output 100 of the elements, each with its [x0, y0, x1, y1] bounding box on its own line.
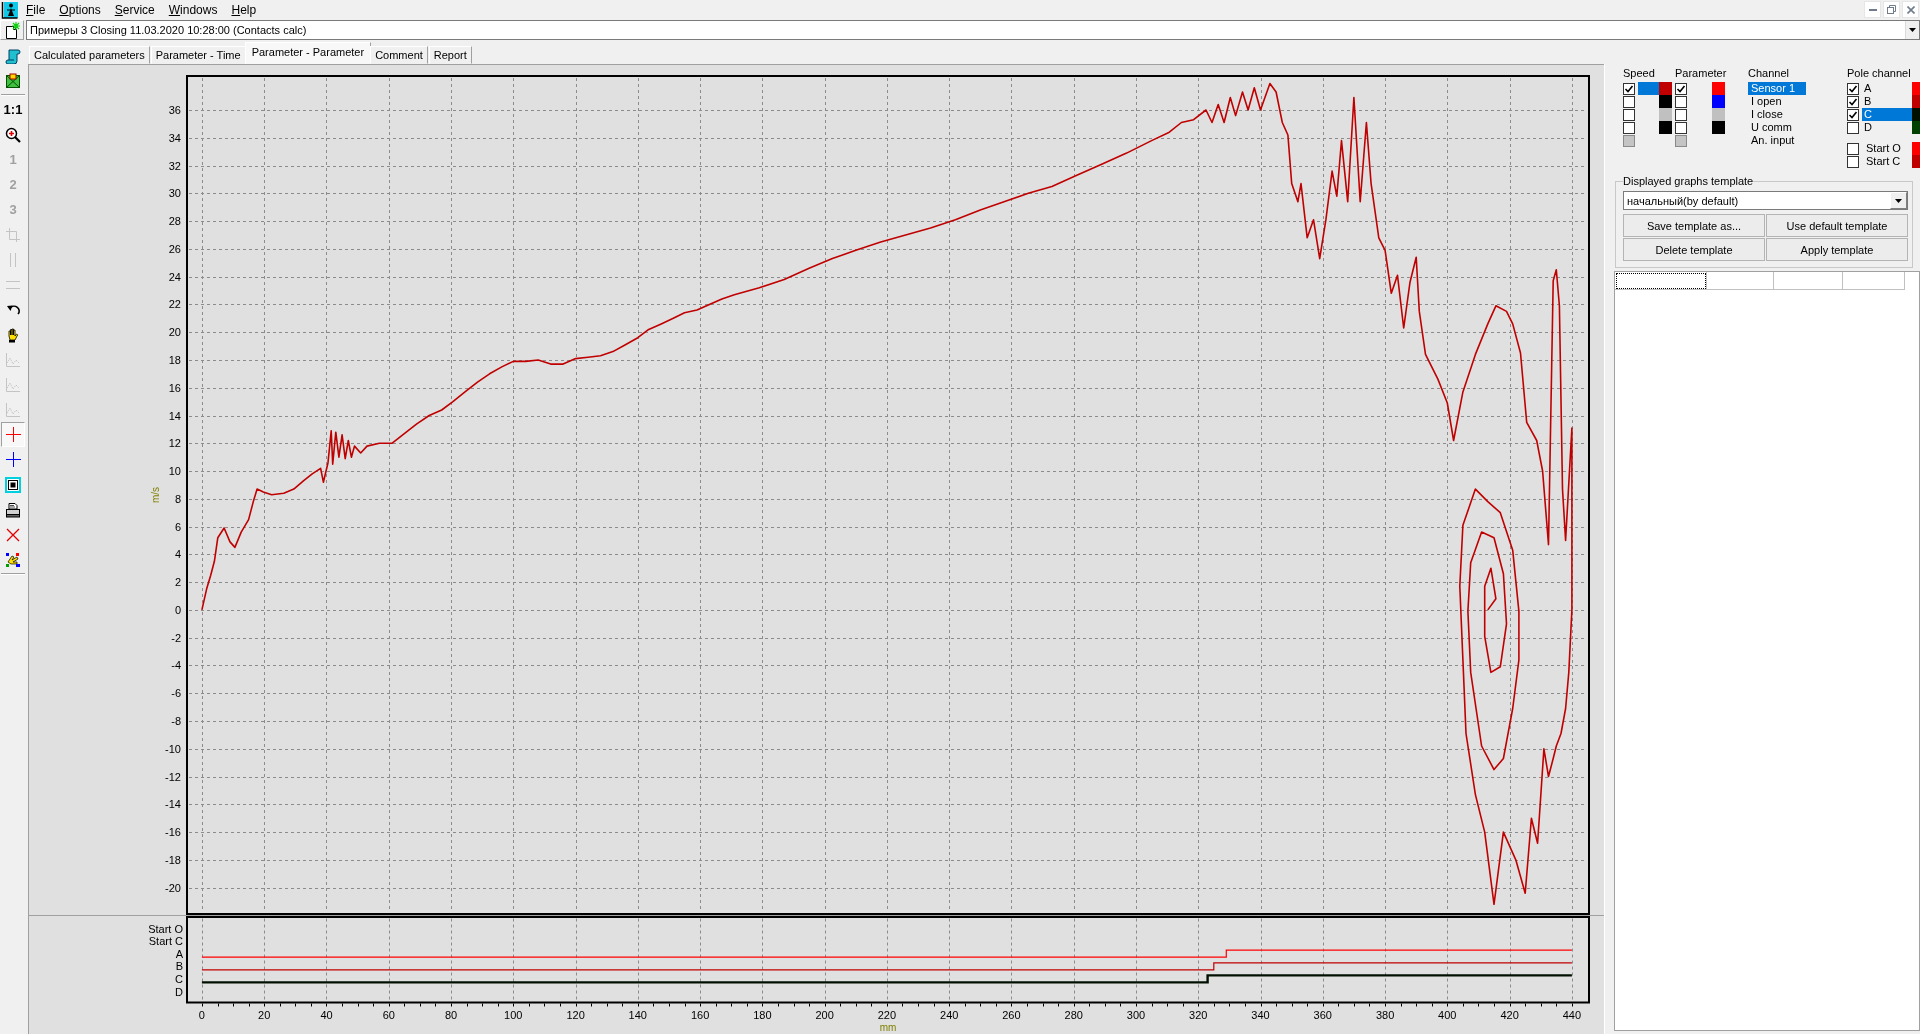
channel-item[interactable]: C	[1862, 108, 1912, 121]
column-header: Channel	[1748, 66, 1790, 80]
checkbox[interactable]	[1623, 108, 1635, 121]
table-header-cell[interactable]	[1774, 272, 1843, 290]
template-select[interactable]: начальный(by default)	[1623, 191, 1908, 210]
checkbox[interactable]	[1623, 82, 1635, 95]
minimize-button[interactable]	[1864, 1, 1881, 18]
menu-item[interactable]: Options	[52, 1, 108, 19]
zoom-in-icon	[5, 126, 21, 143]
channel-item[interactable]: U comm	[1748, 121, 1806, 134]
x-tick-label: 20	[258, 1009, 271, 1021]
x-tick-label: 360	[1313, 1009, 1332, 1021]
row-label: D	[175, 985, 183, 998]
checkbox[interactable]	[1847, 95, 1859, 108]
menu-item[interactable]: File	[19, 1, 53, 19]
checkbox[interactable]	[1847, 82, 1859, 95]
checkbox-label: Start O	[1865, 142, 1902, 155]
tab[interactable]: Calculated parameters	[29, 46, 150, 64]
minimize-icon	[1868, 8, 1877, 11]
toolbar-button[interactable]: 1:1	[1, 97, 25, 122]
caret-down-icon	[1895, 198, 1902, 203]
checkbox[interactable]	[1847, 155, 1859, 168]
x-tick-label: 160	[690, 1009, 710, 1021]
y-tick-label: 30	[168, 187, 181, 200]
template-button[interactable]: Apply template	[1766, 238, 1908, 261]
checkbox[interactable]	[1675, 121, 1687, 134]
y-axis-label: m/s	[150, 486, 161, 504]
x-tick-label: 200	[815, 1009, 834, 1021]
channel-item[interactable]: I close	[1748, 108, 1806, 121]
menu-item[interactable]: Service	[107, 1, 162, 19]
y-tick-label: -8	[171, 715, 181, 727]
line-chart-icon	[5, 351, 21, 368]
y-tick-label: 14	[168, 409, 181, 422]
row-label: A	[175, 947, 183, 960]
document-icon	[3, 21, 21, 39]
x-tick-label: 100	[504, 1009, 523, 1021]
channel-item[interactable]: B	[1862, 95, 1912, 108]
x-axis-label: mm	[879, 1022, 897, 1033]
hand-icon	[5, 326, 21, 343]
close-button[interactable]	[1902, 1, 1919, 18]
x-tick-label: 240	[940, 1009, 959, 1021]
y-tick-label: 22	[168, 298, 181, 311]
close-icon	[1906, 5, 1915, 14]
table-header-cell[interactable]	[1615, 272, 1707, 290]
y-tick-label: 16	[168, 381, 181, 394]
x-tick-label: 420	[1500, 1009, 1519, 1021]
tab[interactable]: Parameter - Parameter	[244, 42, 372, 64]
checkbox[interactable]	[1847, 108, 1859, 121]
row-label: C	[175, 972, 183, 985]
checkbox[interactable]	[1623, 95, 1635, 108]
menu-item[interactable]: Windows	[161, 1, 225, 19]
restore-button[interactable]	[1883, 1, 1900, 18]
table-header-cell[interactable]	[1843, 272, 1905, 290]
channel-item[interactable]: D	[1862, 121, 1912, 134]
column-header: Pole channel	[1847, 66, 1912, 80]
x-tick-label: 340	[1251, 1009, 1270, 1021]
line-chart-icon	[5, 376, 21, 393]
restore-icon	[1887, 5, 1896, 14]
checkbox[interactable]	[1675, 108, 1687, 121]
x-tick-label: 280	[1064, 1009, 1083, 1021]
y-tick-label: 2	[174, 576, 181, 589]
checkbox[interactable]	[1847, 142, 1859, 155]
y-tick-label: -14	[165, 798, 181, 811]
x-tick-label: 440	[1562, 1009, 1582, 1021]
y-tick-label: 28	[168, 215, 181, 228]
checkbox[interactable]	[1847, 121, 1859, 134]
channel-item[interactable]: I open	[1748, 95, 1806, 108]
checkbox[interactable]	[1623, 121, 1635, 134]
scroll-icon	[5, 47, 21, 64]
checkbox[interactable]	[1675, 82, 1687, 95]
x-tick-label: 0	[198, 1009, 205, 1021]
x-tick-label: 320	[1189, 1009, 1208, 1021]
document-select[interactable]: Примеры 3 Closing 11.03.2020 10:28:00 (Contacts calc)	[26, 20, 1920, 40]
x-tick-label: 140	[628, 1009, 647, 1021]
channel-item[interactable]: An. input	[1748, 134, 1806, 147]
y-tick-label: 24	[168, 270, 181, 283]
checkbox-label: Start C	[1865, 155, 1902, 168]
row-label: B	[175, 960, 183, 973]
x-tick-label: 40	[320, 1009, 333, 1021]
template-button[interactable]: Save template as...	[1623, 214, 1765, 237]
x-tick-label: 120	[566, 1009, 585, 1021]
y-tick-label: -12	[165, 770, 181, 783]
crop-icon	[5, 226, 21, 243]
table-header-cell[interactable]	[1707, 272, 1774, 290]
tab[interactable]: Comment	[370, 46, 428, 64]
dropdown-button[interactable]	[1905, 21, 1919, 39]
y-tick-label: 4	[174, 548, 181, 561]
tab[interactable]: Report	[428, 46, 472, 64]
channel-item[interactable]: A	[1862, 82, 1912, 95]
channel-item[interactable]: Sensor 1	[1748, 82, 1806, 95]
column-header: Speed	[1623, 66, 1656, 80]
template-button[interactable]: Use default template	[1766, 214, 1908, 237]
y-tick-label: 34	[168, 131, 181, 144]
menu-item[interactable]: Help	[224, 1, 264, 19]
tab[interactable]: Parameter - Time	[150, 46, 246, 64]
y-tick-label: -2	[171, 631, 181, 644]
template-button[interactable]: Delete template	[1623, 238, 1765, 261]
y-tick-label: 26	[168, 242, 181, 255]
map-icon	[5, 72, 21, 89]
checkbox[interactable]	[1675, 95, 1687, 108]
